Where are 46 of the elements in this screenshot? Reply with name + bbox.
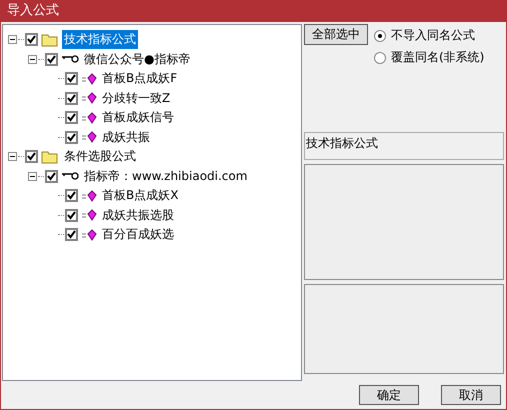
checkbox[interactable]: [25, 33, 38, 46]
folder-icon: [41, 32, 59, 47]
checkbox[interactable]: [65, 92, 78, 105]
tree-item[interactable]: 成妖共振: [100, 128, 152, 147]
checkbox[interactable]: [65, 228, 78, 242]
tree-item[interactable]: 百分百成妖选: [100, 225, 176, 244]
option-label[interactable]: 覆盖同名(非系统): [391, 49, 484, 66]
expander-icon[interactable]: [28, 54, 37, 64]
key-icon: [61, 54, 79, 64]
checkbox[interactable]: [45, 170, 58, 183]
checkbox[interactable]: [25, 150, 38, 164]
diamond-icon: [81, 72, 97, 85]
tree-item[interactable]: 成妖共振选股: [100, 206, 176, 225]
tree-item[interactable]: 微信公众号●指标帝: [82, 50, 192, 69]
radio-button[interactable]: [374, 30, 386, 42]
dialog-button[interactable]: 取消: [441, 385, 501, 405]
checkbox[interactable]: [65, 189, 78, 202]
checkbox[interactable]: [65, 208, 78, 222]
tree-item[interactable]: 首板成妖信号: [100, 108, 176, 128]
tree-item[interactable]: 首板B点成妖F: [100, 69, 180, 88]
expander-icon[interactable]: [8, 152, 17, 162]
expander-icon[interactable]: [8, 35, 17, 44]
folder-icon: [41, 150, 59, 164]
checkbox[interactable]: [45, 52, 58, 66]
tree-item[interactable]: 分歧转一致Z: [100, 88, 172, 108]
diamond-icon: [81, 92, 97, 104]
diamond-icon: [81, 209, 97, 222]
diamond-icon: [81, 228, 97, 241]
diamond-icon: [81, 190, 97, 202]
tree-item[interactable]: 技术指标公式: [62, 30, 138, 50]
tree-item[interactable]: 指标帝：www.zhibiaodi.com: [82, 166, 250, 186]
tree-item[interactable]: 首板B点成妖X: [100, 186, 180, 206]
diamond-icon: [81, 131, 97, 144]
checkbox[interactable]: [65, 130, 78, 144]
radio-button[interactable]: [374, 52, 386, 64]
diamond-icon: [81, 112, 97, 124]
info-text: 技术指标公式: [306, 136, 378, 150]
option-label[interactable]: 不导入同名公式: [391, 27, 475, 44]
checkbox[interactable]: [65, 111, 78, 124]
dialog-button[interactable]: 确定: [359, 385, 419, 405]
select-all-button[interactable]: 全部选中: [304, 24, 368, 45]
window-title: 导入公式: [1, 0, 506, 22]
tree-item[interactable]: 条件选股公式: [62, 147, 138, 166]
checkbox[interactable]: [65, 72, 78, 86]
expander-icon[interactable]: [28, 172, 37, 181]
key-icon: [61, 171, 79, 182]
